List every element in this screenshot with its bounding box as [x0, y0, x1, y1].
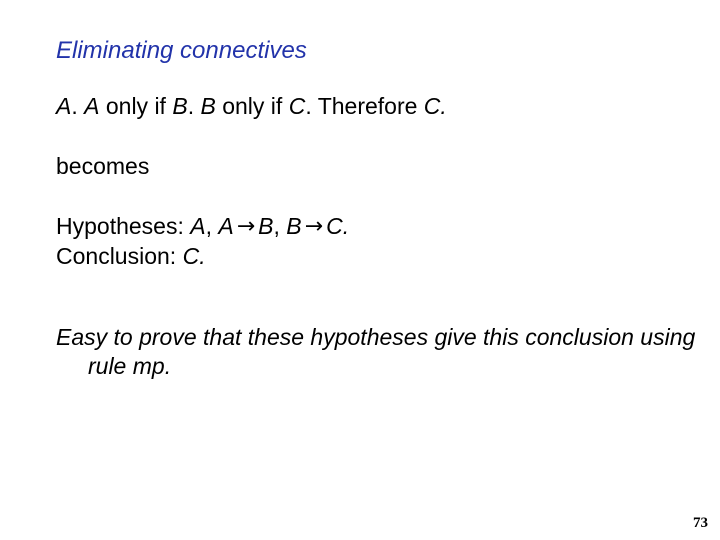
hypotheses-period: . [342, 213, 350, 239]
hypotheses-comma-2: , [273, 213, 287, 239]
conclusion-period: . [199, 243, 206, 269]
page-number: 73 [693, 515, 708, 531]
statement-var-b2: B [200, 93, 216, 119]
statement-period: . [440, 93, 447, 119]
hypothesis-3-consequent: C [326, 213, 343, 239]
statement-sep1: . [71, 93, 85, 119]
hypothesis-2-consequent: B [258, 213, 274, 239]
statement-var-c1: C [288, 93, 306, 119]
statement-var-c2: C [423, 93, 441, 119]
statement-therefore: Therefore [317, 93, 424, 119]
hypothesis-2-antecedent: A [218, 213, 234, 239]
slide: Eliminating connectives A. A only if B. … [0, 0, 720, 540]
statement-var-b1: B [172, 93, 188, 119]
implication-arrow-icon-2: → [304, 214, 324, 239]
slide-body: A. A only if B. B only if C. Therefore C… [56, 92, 696, 381]
becomes-label: becomes [56, 153, 150, 179]
statement-sep2: . [187, 93, 201, 119]
page-title: Eliminating connectives [56, 37, 307, 64]
statement-sep3: . [305, 93, 318, 119]
hypotheses-line: Hypotheses: A, A → B, B → C. [56, 212, 696, 242]
hypotheses-comma-1: , [205, 213, 219, 239]
statement-only-if-1: only if [99, 93, 173, 119]
statement-var-a1: A [56, 93, 72, 119]
implication-arrow-icon-1: → [236, 214, 256, 239]
argument-statement: A. A only if B. B only if C. Therefore C… [56, 92, 696, 121]
statement-only-if-2: only if [215, 93, 289, 119]
hypothesis-3-antecedent: B [286, 213, 302, 239]
hypotheses-label: Hypotheses: [56, 213, 191, 239]
hypothesis-1: A [190, 213, 206, 239]
proof-note: Easy to prove that these hypotheses give… [56, 324, 696, 379]
conclusion-line: Conclusion: C. [56, 242, 696, 271]
conclusion-label: Conclusion: [56, 243, 183, 269]
conclusion-value: C [182, 243, 200, 269]
statement-var-a2: A [84, 93, 100, 119]
